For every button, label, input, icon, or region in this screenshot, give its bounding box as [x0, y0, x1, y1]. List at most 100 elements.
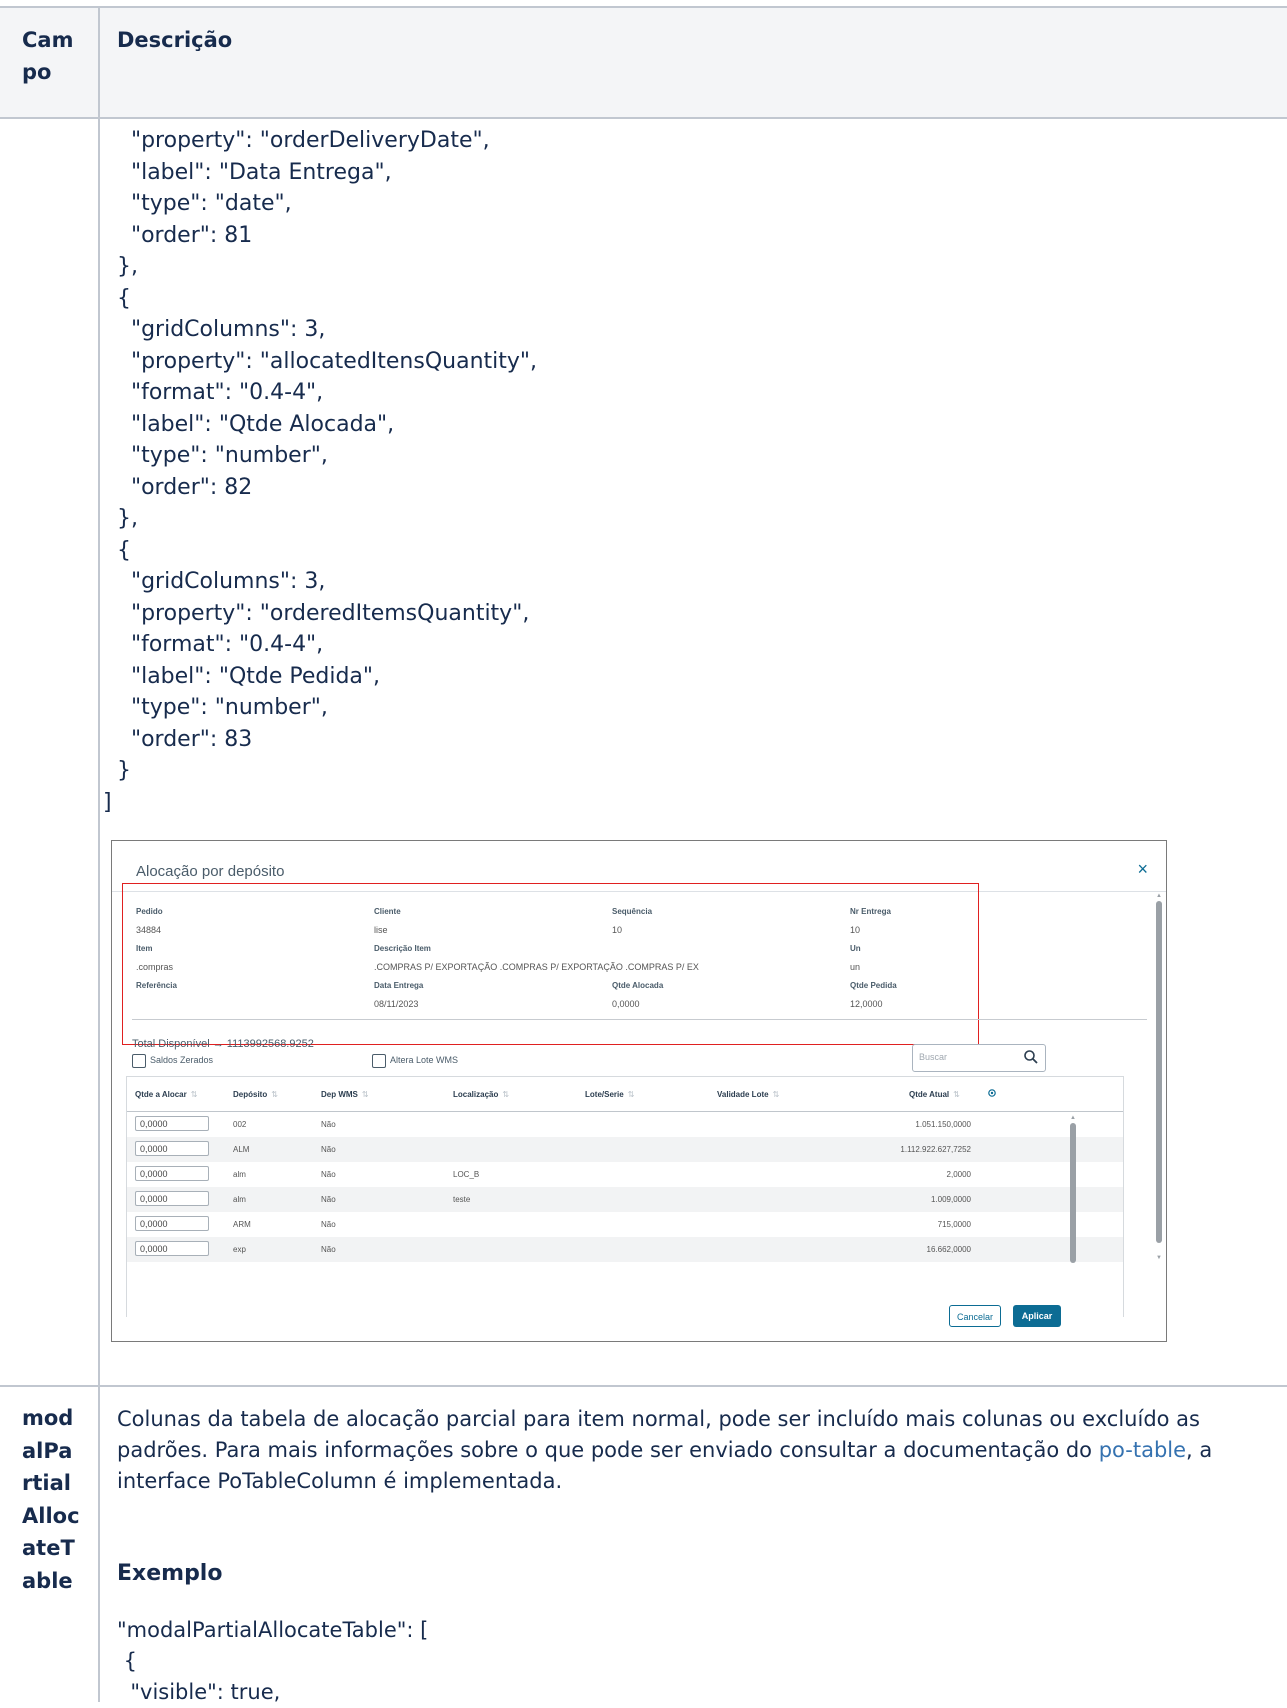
divider	[0, 117, 1287, 119]
column-header-label: Validade Lote	[717, 1090, 769, 1099]
info-label: Qtde Pedida	[850, 981, 897, 990]
search-icon[interactable]	[1023, 1049, 1039, 1065]
column-header-label: Localização	[453, 1090, 499, 1099]
info-label: Pedido	[136, 907, 163, 916]
column-header-label: Qtde a Alocar	[135, 1090, 187, 1099]
info-label: Un	[850, 944, 861, 953]
allocation-grid: Qtde a Alocar ⇅ Depósito ⇅ Dep WMS ⇅ Locali…	[126, 1076, 1124, 1317]
qtde-atual-cell: 2,0000	[946, 1170, 971, 1179]
field-description: Colunas da tabela de alocação parcial pa…	[117, 1404, 1267, 1497]
localizacao-cell: teste	[453, 1195, 471, 1204]
close-icon[interactable]: ×	[1137, 859, 1148, 880]
info-value: .COMPRAS P/ EXPORTAÇÃO .COMPRAS P/ EXPOR…	[374, 962, 699, 972]
altera-lote-checkbox[interactable]	[372, 1054, 386, 1068]
search-placeholder: Buscar	[919, 1052, 948, 1062]
info-value: 10	[612, 925, 623, 935]
info-label: Data Entrega	[374, 981, 424, 990]
info-value: .compras	[136, 962, 174, 972]
deposito-cell: alm	[233, 1170, 246, 1179]
info-value: un	[850, 962, 861, 972]
doc-table: Cam po Descrição "property": "orderDeliv…	[0, 0, 1287, 1704]
column-header[interactable]: Qtde a Alocar ⇅	[135, 1090, 197, 1099]
qtde-atual-cell: 1.051.150,0000	[915, 1120, 971, 1129]
dep-wms-cell: Não	[321, 1120, 336, 1129]
example-heading: Exemplo	[117, 1561, 223, 1586]
dep-wms-cell: Não	[321, 1195, 336, 1204]
modal-title: Alocação por depósito	[136, 863, 285, 880]
json-code-block: "modalPartialAllocateTable": [ { "visibl…	[117, 1618, 429, 1704]
deposito-cell: exp	[233, 1245, 246, 1254]
info-value: 12,0000	[850, 999, 883, 1009]
cancel-button[interactable]: Cancelar	[949, 1305, 1001, 1327]
qtde-a-alocar-input[interactable]: 0,0000	[135, 1141, 209, 1156]
divider	[0, 1385, 1287, 1387]
column-header[interactable]: Localização ⇅	[453, 1090, 509, 1099]
dep-wms-cell: Não	[321, 1220, 336, 1229]
qtde-atual-cell: 16.662,0000	[926, 1245, 972, 1254]
info-value: lise	[374, 925, 388, 935]
column-header[interactable]: Qtde Atual ⇅	[909, 1090, 960, 1099]
deposito-cell: alm	[233, 1195, 246, 1204]
table-row: 0,0000 ALM Não 1.112.922.627,7252	[127, 1137, 1123, 1162]
column-header[interactable]: Dep WMS ⇅	[321, 1090, 369, 1099]
info-value: 0,0000	[612, 999, 640, 1009]
modal-scrollbar[interactable]	[1156, 901, 1162, 1243]
scroll-down-icon[interactable]: ▼	[1156, 1255, 1162, 1261]
divider	[132, 1019, 1147, 1020]
info-value: 34884	[136, 925, 162, 935]
qtde-a-alocar-input[interactable]: 0,0000	[135, 1216, 209, 1231]
info-value: 10	[850, 925, 861, 935]
qtde-a-alocar-input[interactable]: 0,0000	[135, 1166, 209, 1181]
qtde-a-alocar-input[interactable]: 0,0000	[135, 1116, 209, 1131]
po-table-link[interactable]: po-table	[1099, 1438, 1186, 1462]
info-value: 08/11/2023	[374, 999, 419, 1009]
column-header-label: Depósito	[233, 1090, 268, 1099]
column-header-descricao: Descrição	[117, 28, 233, 52]
column-header-campo: Cam po	[22, 28, 74, 84]
search-input[interactable]: Buscar	[912, 1044, 1046, 1072]
qtde-atual-cell: 1.009,0000	[930, 1195, 971, 1204]
table-row: 0,0000 alm Não teste 1.009,0000	[127, 1187, 1123, 1212]
table-row: 0,0000 ARM Não 715,0000	[127, 1212, 1123, 1237]
dep-wms-cell: Não	[321, 1245, 336, 1254]
qtde-atual-cell: 715,0000	[937, 1220, 971, 1229]
altera-lote-label: Altera Lote WMS	[390, 1055, 459, 1065]
gear-icon[interactable]	[987, 1088, 997, 1098]
grid-scrollbar[interactable]	[1070, 1123, 1076, 1263]
column-header-label: Dep WMS	[321, 1090, 358, 1099]
table-row: 0,0000 alm Não LOC_B 2,0000	[127, 1162, 1123, 1187]
column-header[interactable]: Validade Lote ⇅	[717, 1090, 779, 1099]
dep-wms-cell: Não	[321, 1170, 336, 1179]
column-header-label: Qtde Atual	[909, 1090, 950, 1099]
deposito-cell: 002	[233, 1120, 247, 1129]
info-label: Item	[136, 944, 153, 953]
table-row: 0,0000 exp Não 16.662,0000	[127, 1237, 1123, 1262]
description-text: Colunas da tabela de alocação parcial pa…	[117, 1407, 1200, 1462]
divider	[0, 6, 1287, 8]
info-label: Descrição Item	[374, 944, 431, 953]
info-label: Sequência	[612, 907, 653, 916]
table-row: 0,0000 002 Não 1.051.150,0000	[127, 1112, 1123, 1137]
field-name: mod alPa rtial Alloc ateT able	[22, 1406, 80, 1593]
qtde-a-alocar-input[interactable]: 0,0000	[135, 1241, 209, 1256]
scroll-up-icon[interactable]: ▲	[1070, 1115, 1076, 1121]
dep-wms-cell: Não	[321, 1145, 336, 1154]
scroll-up-icon[interactable]: ▲	[1156, 893, 1162, 899]
allocation-modal-screenshot: Alocação por depósito × Pedido 34884 Cli…	[111, 840, 1167, 1342]
info-label: Nr Entrega	[850, 907, 891, 916]
deposito-cell: ARM	[233, 1220, 251, 1229]
info-label: Cliente	[374, 907, 401, 916]
column-header[interactable]: Lote/Serie ⇅	[585, 1090, 634, 1099]
saldos-zerados-checkbox[interactable]	[132, 1054, 146, 1068]
json-code-block: "property": "orderDeliveryDate", "label"…	[103, 128, 538, 815]
saldos-zerados-label: Saldos Zerados	[150, 1055, 214, 1065]
apply-button[interactable]: Aplicar	[1013, 1305, 1061, 1327]
info-label: Qtde Alocada	[612, 981, 664, 990]
localizacao-cell: LOC_B	[453, 1170, 480, 1179]
column-header[interactable]: Depósito ⇅	[233, 1090, 278, 1099]
qtde-atual-cell: 1.112.922.627,7252	[900, 1145, 971, 1154]
column-header-label: Lote/Serie	[585, 1090, 624, 1099]
deposito-cell: ALM	[233, 1145, 250, 1154]
info-label: Referência	[136, 981, 177, 990]
qtde-a-alocar-input[interactable]: 0,0000	[135, 1191, 209, 1206]
